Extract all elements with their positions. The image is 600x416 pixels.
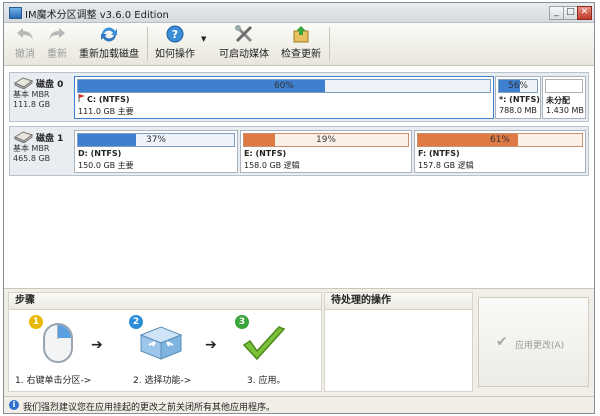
toolbar-separator [329,27,330,61]
title-bar: IM魔术分区调整 v3.6.0 Edition _ □ ✕ [4,3,594,23]
green-check-icon [242,326,286,361]
maximize-button[interactable]: □ [563,6,578,20]
undo-icon [17,28,33,40]
toolbar: 撤消 重新 重新加载磁盘 ? 如何操作 ▼ 可启动媒体 检查更新 [4,23,594,66]
disk-1-info: 磁盘 1 基本 MBR 465.8 GB [13,131,71,164]
usage-bar [545,79,583,93]
partition-f[interactable]: 61% F: (NTFS) 157.8 GB 逻辑 [414,130,586,173]
app-window: IM魔术分区调整 v3.6.0 Edition _ □ ✕ 撤消 重新 重新加载… [3,2,595,414]
status-bar: i 我们强烈建议您在应用挂起的更改之前关闭所有其他应用程序。 [4,396,594,413]
apply-changes-button[interactable]: ✔ 应用更改(A) [478,297,589,387]
hard-disk-icon [13,77,33,89]
bootable-media-button[interactable]: 可启动媒体 [216,25,272,63]
usage-bar: 60% [77,79,491,93]
step-2-function: 2 [127,315,187,371]
step-1-mouse: 1 [27,315,87,371]
disk-map: 磁盘 0 基本 MBR 111.8 GB 60% C: (NTFS) 111.0… [4,66,594,289]
step-3-label: 3. 应用。 [247,376,286,386]
usage-bar: 61% [417,133,583,147]
svg-text:?: ? [172,28,178,41]
close-button[interactable]: ✕ [577,6,592,20]
undo-button[interactable]: 撤消 [10,25,40,63]
usage-bar: 19% [243,133,409,147]
redo-icon [49,28,65,40]
step-2-label: 2. 选择功能-> [133,376,192,386]
bottom-panels: 步骤 1 ➔ 2 ➔ 3 1. 右键单击分区-> 2. 选择功能-> 3. 应用… [4,289,594,395]
toolbar-separator [147,27,148,61]
step-3-apply: 3 [233,315,293,371]
usage-bar: 37% [77,133,235,147]
hard-disk-icon [13,131,33,143]
check-updates-button[interactable]: 检查更新 [278,25,324,63]
how-to-button[interactable]: ? 如何操作 [152,25,198,63]
partition-c[interactable]: 60% C: (NTFS) 111.0 GB 主要 [74,76,494,119]
how-to-dropdown-arrow-icon[interactable]: ▼ [201,35,206,43]
pending-operations-panel: 待处理的操作 [324,292,473,392]
app-icon [9,7,22,19]
reload-icon [101,27,117,42]
steps-panel: 步骤 1 ➔ 2 ➔ 3 1. 右键单击分区-> 2. 选择功能-> 3. 应用… [8,292,322,392]
partition-e[interactable]: 19% E: (NTFS) 158.0 GB 逻辑 [240,130,412,173]
disk-0-info: 磁盘 0 基本 MBR 111.8 GB [13,77,71,110]
disk-0-row[interactable]: 磁盘 0 基本 MBR 111.8 GB 60% C: (NTFS) 111.0… [9,72,589,122]
checkmark-icon: ✔ [496,334,508,350]
step-1-label: 1. 右键单击分区-> [15,376,92,386]
partition-resize-icon [139,326,183,360]
minimize-button[interactable]: _ [549,6,564,20]
window-title: IM魔术分区调整 v3.6.0 Edition [25,10,169,21]
info-icon: i [9,400,19,410]
tools-icon [235,25,253,43]
arrow-icon: ➔ [91,337,103,353]
reload-disks-button[interactable]: 重新加载磁盘 [76,25,142,63]
help-icon: ? [166,25,184,43]
arrow-icon: ➔ [205,337,217,353]
usage-bar: 56% [498,79,538,93]
mouse-icon [43,323,73,363]
partition-system-reserved[interactable]: 56% *: (NTFS) 788.0 MB [495,76,541,119]
update-box-icon [293,26,309,43]
disk-1-row[interactable]: 磁盘 1 基本 MBR 465.8 GB 37% D: (NTFS) 150.0… [9,126,589,176]
partition-unallocated[interactable]: 未分配 1.430 MB [542,76,586,119]
flag-icon [78,94,86,102]
redo-button[interactable]: 重新 [42,25,72,63]
partition-d[interactable]: 37% D: (NTFS) 150.0 GB 主要 [74,130,238,173]
